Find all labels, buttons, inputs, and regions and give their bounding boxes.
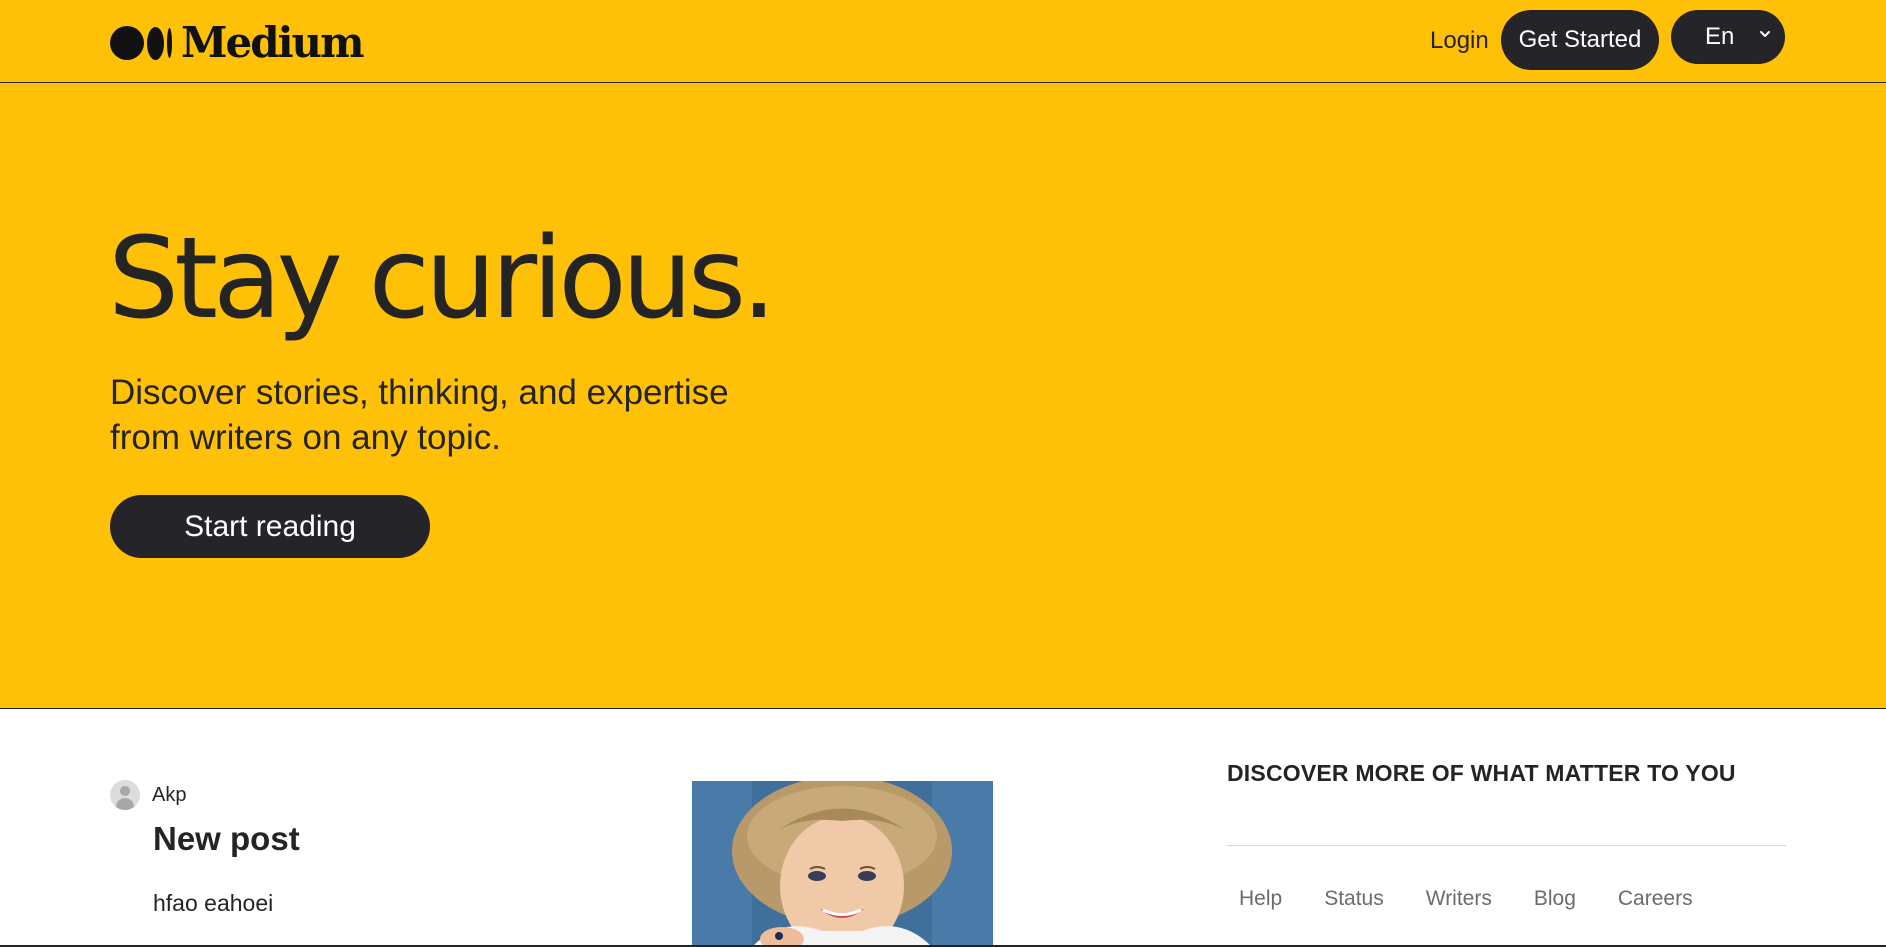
top-nav: Medium Login Get Started En xyxy=(0,0,1886,83)
post-title[interactable]: New post xyxy=(153,820,300,858)
language-value: En xyxy=(1705,23,1735,50)
footer-link-writers[interactable]: Writers xyxy=(1426,887,1492,911)
get-started-button[interactable]: Get Started xyxy=(1501,10,1659,70)
footer-link-help[interactable]: Help xyxy=(1239,887,1282,911)
author-name[interactable]: Akp xyxy=(152,784,186,807)
footer-link-careers[interactable]: Careers xyxy=(1618,887,1693,911)
hero-title: Stay curious. xyxy=(108,214,777,344)
start-reading-button[interactable]: Start reading xyxy=(110,495,430,558)
hero-subtitle: Discover stories, thinking, and expertis… xyxy=(110,373,729,457)
brand-name: Medium xyxy=(181,18,365,67)
avatar[interactable] xyxy=(110,780,140,810)
post-excerpt: hfao eahoei xyxy=(153,890,274,916)
login-link[interactable]: Login xyxy=(1430,27,1489,55)
post-thumbnail[interactable] xyxy=(692,781,993,947)
footer-link-status[interactable]: Status xyxy=(1324,887,1384,911)
medium-logo[interactable]: Medium xyxy=(110,18,365,67)
chevron-down-icon xyxy=(1760,31,1770,37)
language-select[interactable]: En xyxy=(1671,10,1785,64)
hero-section: Stay curious. Discover stories, thinking… xyxy=(0,83,1886,709)
portrait-image xyxy=(692,781,993,947)
footer-links: Help Status Writers Blog Careers xyxy=(1227,887,1786,911)
discover-panel: DISCOVER MORE OF WHAT MATTER TO YOU Help… xyxy=(1227,760,1786,911)
post-author[interactable]: Akp xyxy=(110,780,186,810)
discover-heading: DISCOVER MORE OF WHAT MATTER TO YOU xyxy=(1227,760,1736,786)
footer-link-blog[interactable]: Blog xyxy=(1534,887,1576,911)
medium-logo-mark-icon xyxy=(110,26,172,60)
divider xyxy=(1227,845,1786,846)
